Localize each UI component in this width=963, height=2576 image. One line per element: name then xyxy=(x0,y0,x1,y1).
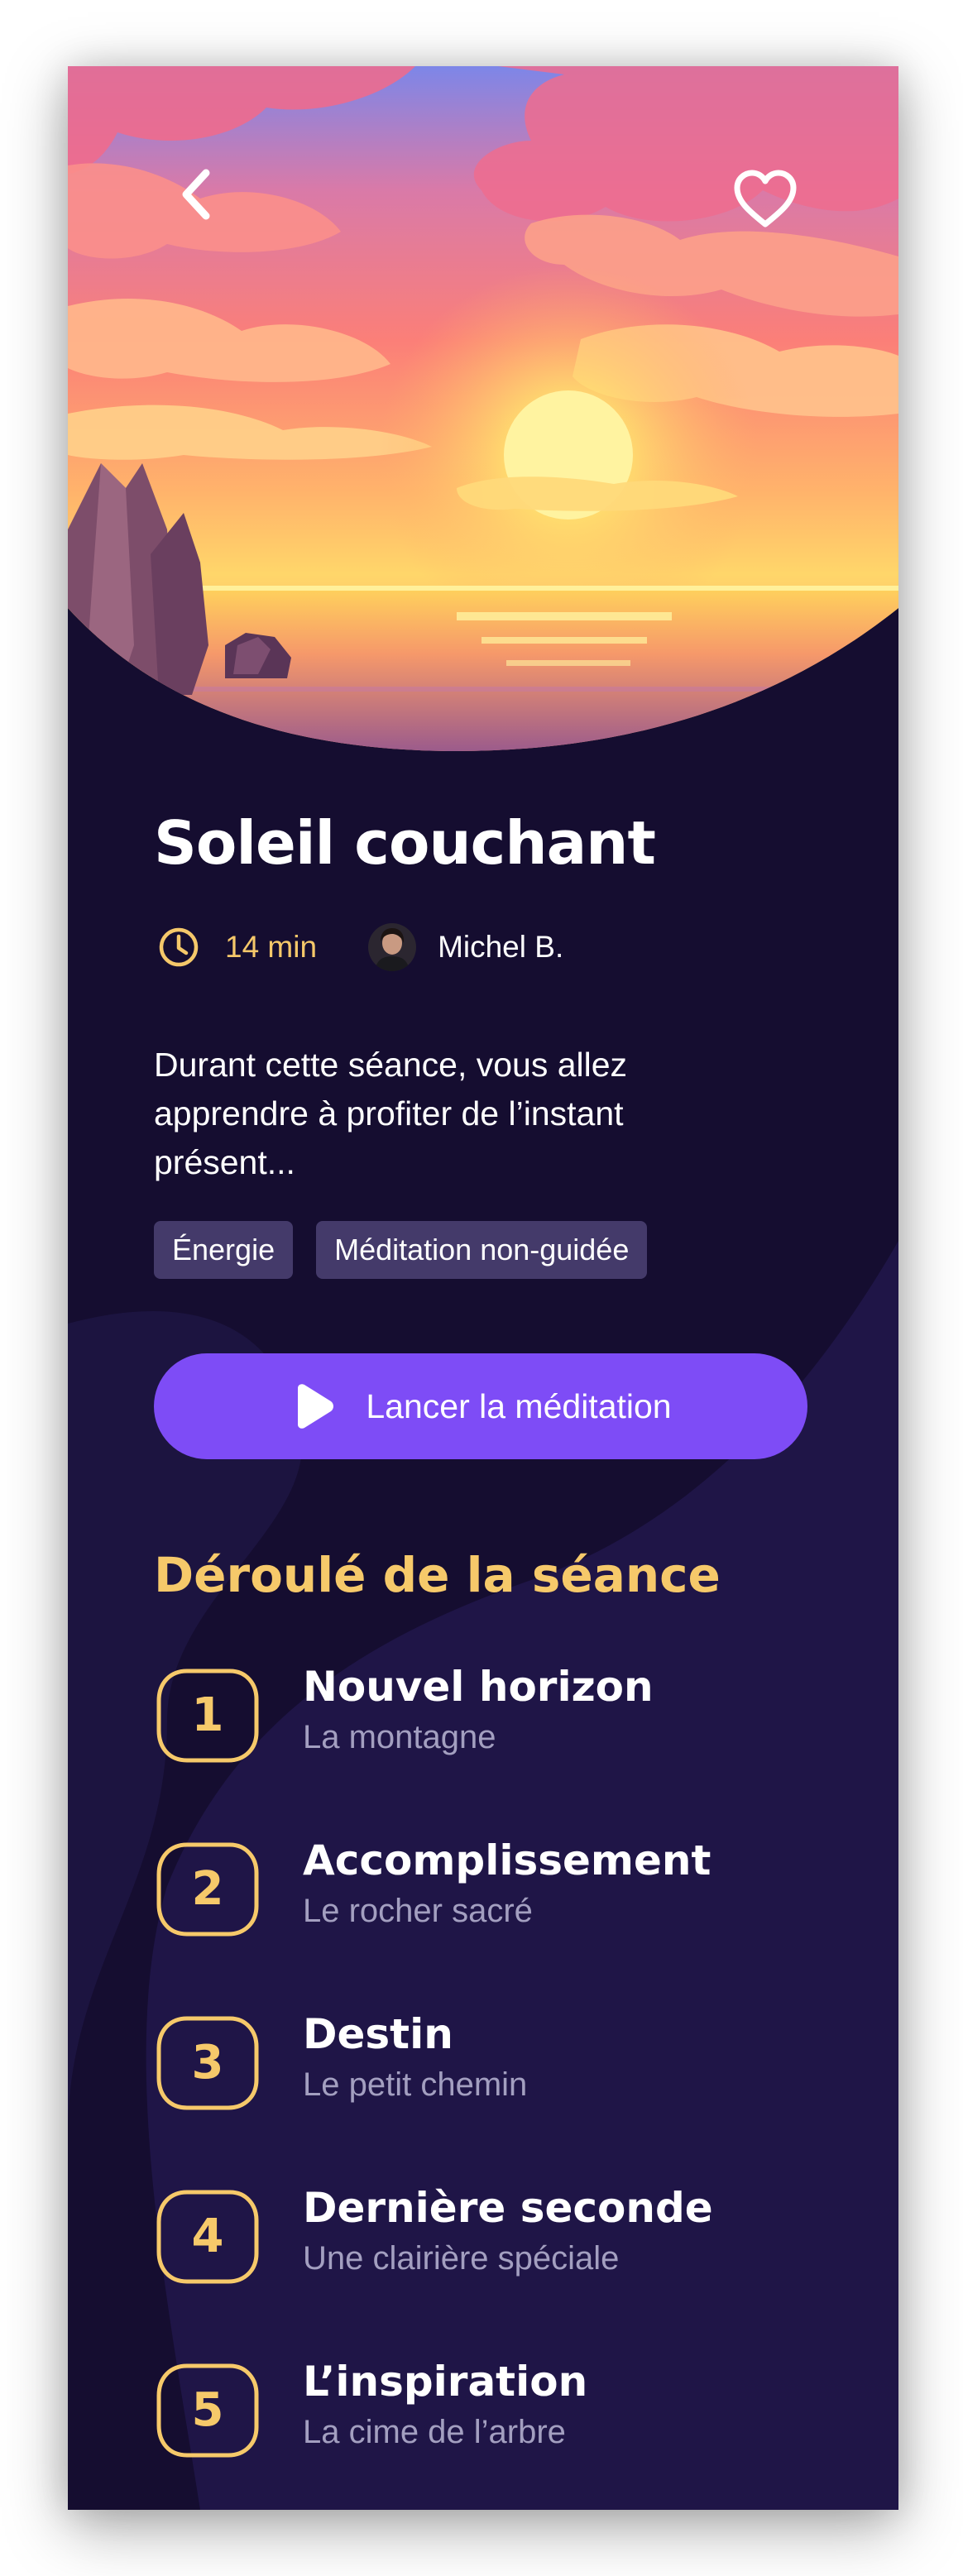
step-subtitle: La montagne xyxy=(303,1719,496,1755)
step-title: Accomplissement xyxy=(303,1836,711,1884)
back-button[interactable] xyxy=(159,157,233,232)
step-number: 5 xyxy=(191,2383,224,2437)
step-subtitle: La cime de l’arbre xyxy=(303,2414,566,2450)
step-number: 1 xyxy=(191,1688,224,1742)
heart-icon xyxy=(734,170,797,227)
session-description: Durant cette séance, vous allez apprendr… xyxy=(154,1046,628,1181)
tag[interactable]: Méditation non-guidée xyxy=(316,1221,648,1279)
step-item[interactable]: 1 Nouvel horizon La montagne xyxy=(154,1663,816,1779)
session-meta: 14 min Michel B. xyxy=(157,918,563,976)
step-title: Destin xyxy=(303,2010,453,2058)
author-name[interactable]: Michel B. xyxy=(438,930,563,965)
step-subtitle: Le rocher sacré xyxy=(303,1893,533,1929)
play-icon xyxy=(298,1384,334,1429)
duration-label: 14 min xyxy=(225,930,318,964)
session-title: Soleil couchant xyxy=(154,808,656,878)
step-item[interactable]: 5 L’inspiration La cime de l’arbre xyxy=(154,2358,816,2473)
step-subtitle: Une clairière spéciale xyxy=(303,2240,620,2277)
clock-icon xyxy=(159,927,199,967)
step-item[interactable]: 2 Accomplissement Le rocher sacré xyxy=(154,1836,816,1952)
step-subtitle: Le petit chemin xyxy=(303,2066,528,2103)
step-title: L’inspiration xyxy=(303,2358,588,2406)
step-number: 4 xyxy=(191,2210,224,2263)
tag[interactable]: Énergie xyxy=(154,1221,294,1279)
step-number: 2 xyxy=(191,1862,224,1916)
chevron-left-icon xyxy=(182,169,210,220)
step-number: 3 xyxy=(191,2036,224,2090)
step-item[interactable]: 4 Dernière seconde Une clairière spécial… xyxy=(154,2184,816,2300)
outline-title: Déroulé de la séance xyxy=(154,1547,721,1603)
step-item[interactable]: 3 Destin Le petit chemin xyxy=(154,2010,816,2126)
avatar xyxy=(368,923,417,971)
favorite-button[interactable] xyxy=(728,162,802,237)
step-title: Dernière seconde xyxy=(303,2184,713,2232)
start-meditation-label: Lancer la méditation xyxy=(366,1386,672,1425)
start-meditation-button[interactable]: Lancer la méditation xyxy=(154,1353,807,1459)
session-screen: Soleil couchant 14 min Michel B. Durant … xyxy=(68,66,898,2510)
tag-list: Énergie Méditation non-guidée xyxy=(154,1221,648,1279)
step-title: Nouvel horizon xyxy=(303,1663,654,1711)
